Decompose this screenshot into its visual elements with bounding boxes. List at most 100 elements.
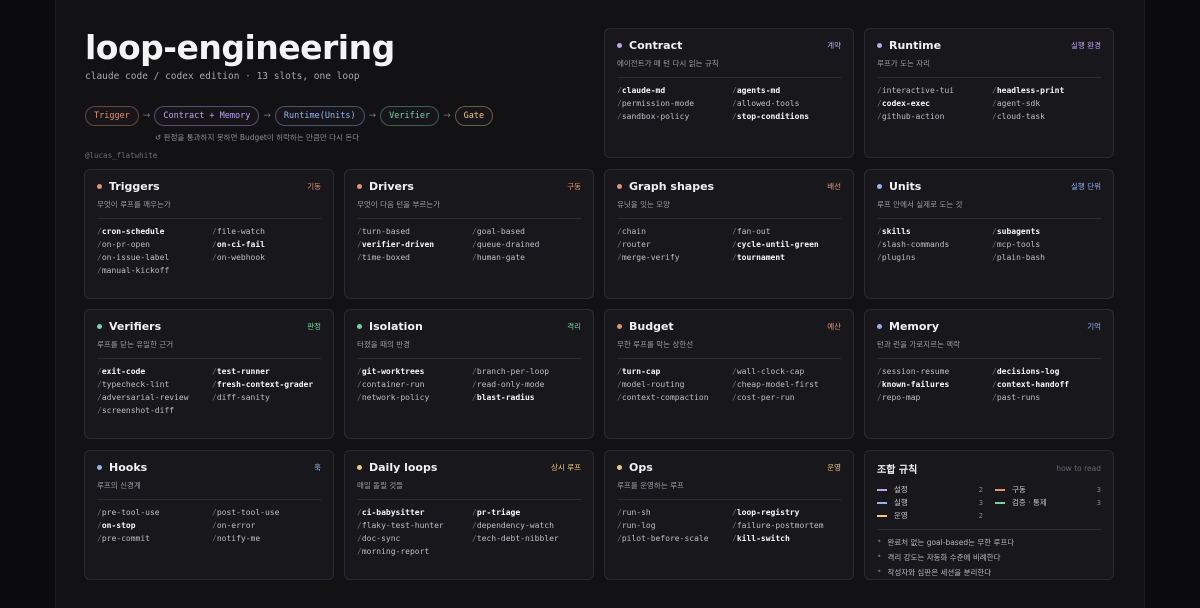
flow-step-verifier[interactable]: Verifier bbox=[380, 106, 440, 126]
slash-glyph: / bbox=[357, 227, 362, 236]
slot-github-action[interactable]: /github-action bbox=[877, 112, 986, 122]
slot-on-error[interactable]: /on-error bbox=[212, 521, 321, 531]
card-tag: 구동 bbox=[567, 182, 581, 191]
slot-pr-triage[interactable]: /pr-triage bbox=[472, 508, 581, 518]
slot-on-ci-fail[interactable]: /on-ci-fail bbox=[212, 240, 321, 250]
slot-cost-per-run[interactable]: /cost-per-run bbox=[732, 393, 841, 403]
slot-turn-cap[interactable]: /turn-cap bbox=[617, 367, 726, 377]
slot-screenshot-diff[interactable]: /screenshot-diff bbox=[97, 406, 206, 416]
slot-headless-print[interactable]: /headless-print bbox=[992, 86, 1101, 96]
slot-failure-postmortem[interactable]: /failure-postmortem bbox=[732, 521, 841, 531]
slot-pilot-before-scale[interactable]: /pilot-before-scale bbox=[617, 534, 726, 544]
slot-container-run[interactable]: /container-run bbox=[357, 380, 466, 390]
slot-claude-md[interactable]: /claude-md bbox=[617, 86, 726, 96]
slot-kill-switch[interactable]: /kill-switch bbox=[732, 534, 841, 544]
slot-tech-debt-nibbler[interactable]: /tech-debt-nibbler bbox=[472, 534, 581, 544]
flow-step-trigger[interactable]: Trigger bbox=[85, 106, 139, 126]
slot-skills[interactable]: /skills bbox=[877, 227, 986, 237]
slot-flaky-test-hunter[interactable]: /flaky-test-hunter bbox=[357, 521, 466, 531]
slot-time-boxed[interactable]: /time-boxed bbox=[357, 253, 466, 263]
slot-allowed-tools[interactable]: /allowed-tools bbox=[732, 99, 841, 109]
flow-step-contract-memory[interactable]: Contract + Memory bbox=[154, 106, 260, 126]
slot-turn-based[interactable]: /turn-based bbox=[357, 227, 466, 237]
bullet-icon: • bbox=[877, 552, 882, 561]
rules-hint[interactable]: how to read bbox=[1056, 464, 1101, 473]
legend-label: 검증 · 통제 bbox=[1012, 498, 1047, 507]
slot-git-worktrees[interactable]: /git-worktrees bbox=[357, 367, 466, 377]
slot-loop-registry[interactable]: /loop-registry bbox=[732, 508, 841, 518]
slot-on-webhook[interactable]: /on-webhook bbox=[212, 253, 321, 263]
slot-chain[interactable]: /chain bbox=[617, 227, 726, 237]
slot-known-failures[interactable]: /known-failures bbox=[877, 380, 986, 390]
slot-tournament[interactable]: /tournament bbox=[732, 253, 841, 263]
slot-manual-kickoff[interactable]: /manual-kickoff bbox=[97, 266, 206, 276]
slot-past-runs[interactable]: /past-runs bbox=[992, 393, 1101, 403]
slot-on-stop[interactable]: /on-stop bbox=[97, 521, 206, 531]
card-header: Ops 운영 bbox=[617, 461, 841, 474]
slot-codex-exec[interactable]: /codex-exec bbox=[877, 99, 986, 109]
slot-sandbox-policy[interactable]: /sandbox-policy bbox=[617, 112, 726, 122]
card-title: Verifiers bbox=[109, 320, 162, 333]
slot-agent-sdk[interactable]: /agent-sdk bbox=[992, 99, 1101, 109]
slot-cycle-until-green[interactable]: /cycle-until-green bbox=[732, 240, 841, 250]
slot-permission-mode[interactable]: /permission-mode bbox=[617, 99, 726, 109]
slot-pre-commit[interactable]: /pre-commit bbox=[97, 534, 206, 544]
slot-on-pr-open[interactable]: /on-pr-open bbox=[97, 240, 206, 250]
slot-read-only-mode[interactable]: /read-only-mode bbox=[472, 380, 581, 390]
slot-cheap-model-first[interactable]: /cheap-model-first bbox=[732, 380, 841, 390]
slot-fresh-context-grader[interactable]: /fresh-context-grader bbox=[212, 380, 321, 390]
slot-run-sh[interactable]: /run-sh bbox=[617, 508, 726, 518]
slash-glyph: / bbox=[877, 253, 882, 262]
slot-test-runner[interactable]: /test-runner bbox=[212, 367, 321, 377]
slash-glyph: / bbox=[732, 380, 737, 389]
slot-morning-report[interactable]: /morning-report bbox=[357, 547, 466, 557]
slot-model-routing[interactable]: /model-routing bbox=[617, 380, 726, 390]
slot-goal-based[interactable]: /goal-based bbox=[472, 227, 581, 237]
slot-repo-map[interactable]: /repo-map bbox=[877, 393, 986, 403]
flow-step-runtime-units[interactable]: Runtime(Units) bbox=[274, 106, 365, 126]
slash-glyph: / bbox=[732, 86, 737, 95]
slot-agents-md[interactable]: /agents-md bbox=[732, 86, 841, 96]
slash-glyph: / bbox=[212, 508, 217, 517]
slot-queue-drained[interactable]: /queue-drained bbox=[472, 240, 581, 250]
slot-doc-sync[interactable]: /doc-sync bbox=[357, 534, 466, 544]
slot-slash-commands[interactable]: /slash-commands bbox=[877, 240, 986, 250]
slot-decisions-log[interactable]: /decisions-log bbox=[992, 367, 1101, 377]
slash-glyph: / bbox=[617, 227, 622, 236]
slot-mcp-tools[interactable]: /mcp-tools bbox=[992, 240, 1101, 250]
slot-context-compaction[interactable]: /context-compaction bbox=[617, 393, 726, 403]
slot-interactive-tui[interactable]: /interactive-tui bbox=[877, 86, 986, 96]
slash-glyph: / bbox=[357, 367, 362, 376]
slot-notify-me[interactable]: /notify-me bbox=[212, 534, 321, 544]
slot-typecheck-lint[interactable]: /typecheck-lint bbox=[97, 380, 206, 390]
slot-cloud-task[interactable]: /cloud-task bbox=[992, 112, 1101, 122]
slot-plugins[interactable]: /plugins bbox=[877, 253, 986, 263]
slot-branch-per-loop[interactable]: /branch-per-loop bbox=[472, 367, 581, 377]
slot-on-issue-label[interactable]: /on-issue-label bbox=[97, 253, 206, 263]
slot-ci-babysitter[interactable]: /ci-babysitter bbox=[357, 508, 466, 518]
slot-post-tool-use[interactable]: /post-tool-use bbox=[212, 508, 321, 518]
slot-session-resume[interactable]: /session-resume bbox=[877, 367, 986, 377]
slot-wall-clock-cap[interactable]: /wall-clock-cap bbox=[732, 367, 841, 377]
card-header: Memory 기억 bbox=[877, 320, 1101, 333]
slot-network-policy[interactable]: /network-policy bbox=[357, 393, 466, 403]
slot-context-handoff[interactable]: /context-handoff bbox=[992, 380, 1101, 390]
slot-run-log[interactable]: /run-log bbox=[617, 521, 726, 531]
slot-dependency-watch[interactable]: /dependency-watch bbox=[472, 521, 581, 531]
slot-exit-code[interactable]: /exit-code bbox=[97, 367, 206, 377]
slot-pre-tool-use[interactable]: /pre-tool-use bbox=[97, 508, 206, 518]
slot-verifier-driven[interactable]: /verifier-driven bbox=[357, 240, 466, 250]
slot-file-watch[interactable]: /file-watch bbox=[212, 227, 321, 237]
slot-subagents[interactable]: /subagents bbox=[992, 227, 1101, 237]
slot-diff-sanity[interactable]: /diff-sanity bbox=[212, 393, 321, 403]
flow-step-gate[interactable]: Gate bbox=[454, 106, 494, 126]
slot-human-gate[interactable]: /human-gate bbox=[472, 253, 581, 263]
slot-fan-out[interactable]: /fan-out bbox=[732, 227, 841, 237]
slot-merge-verify[interactable]: /merge-verify bbox=[617, 253, 726, 263]
slot-stop-conditions[interactable]: /stop-conditions bbox=[732, 112, 841, 122]
slot-cron-schedule[interactable]: /cron-schedule bbox=[97, 227, 206, 237]
slot-router[interactable]: /router bbox=[617, 240, 726, 250]
slot-adversarial-review[interactable]: /adversarial-review bbox=[97, 393, 206, 403]
slot-blast-radius[interactable]: /blast-radius bbox=[472, 393, 581, 403]
slot-plain-bash[interactable]: /plain-bash bbox=[992, 253, 1101, 263]
